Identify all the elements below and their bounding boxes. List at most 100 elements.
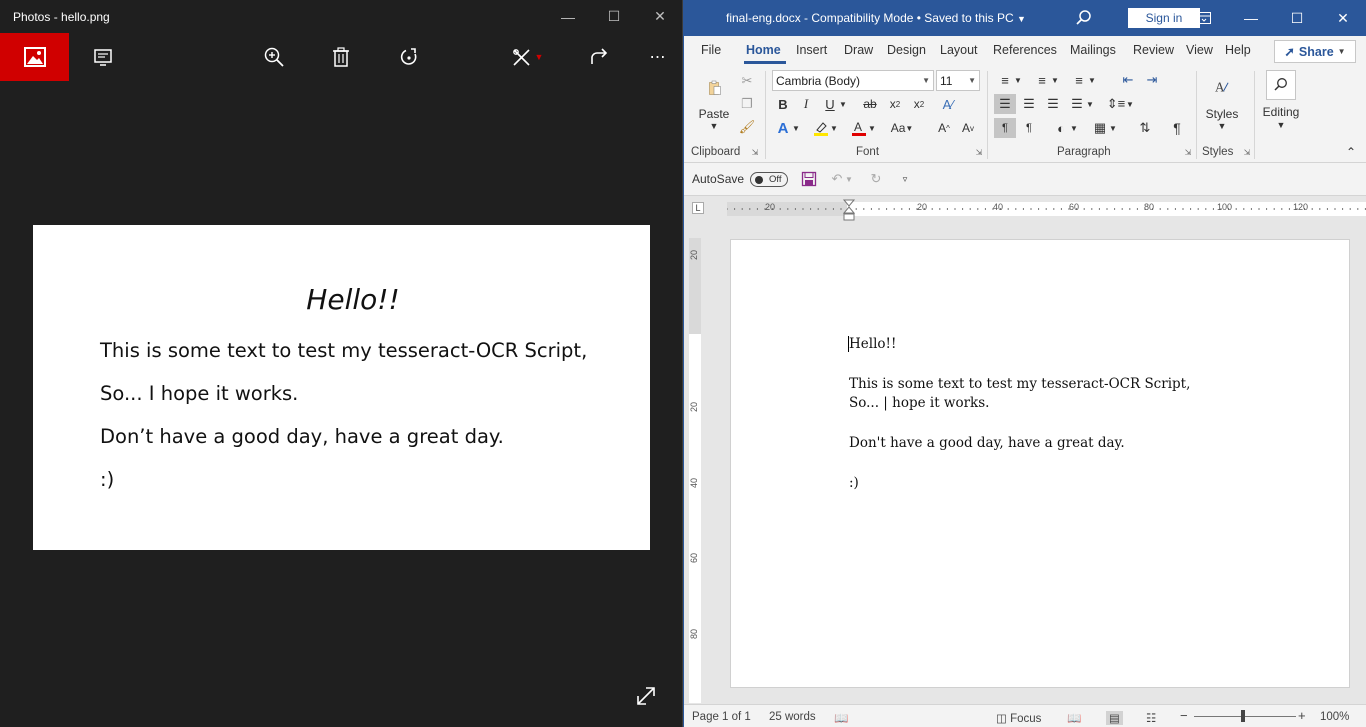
rotate-button[interactable] bbox=[389, 33, 429, 81]
focus-button[interactable]: ◫ Focus bbox=[996, 711, 1041, 725]
document-line-3[interactable]: So... | hope it works. bbox=[849, 395, 989, 411]
format-painter-button[interactable]: 🖌 bbox=[736, 117, 758, 137]
tab-help[interactable]: Help bbox=[1225, 43, 1251, 57]
shrink-font-button[interactable]: Av bbox=[957, 118, 979, 138]
ribbon-display-button[interactable] bbox=[1181, 0, 1227, 36]
dialog-launcher-icon[interactable]: ⇲ bbox=[750, 147, 760, 157]
paste-button[interactable] bbox=[700, 71, 730, 105]
bold-button[interactable]: B bbox=[772, 94, 794, 114]
indent-marker[interactable] bbox=[843, 199, 855, 221]
maximize-button[interactable]: ☐ bbox=[591, 0, 637, 33]
cut-button[interactable]: ✂ bbox=[736, 71, 758, 91]
chevron-down-icon[interactable]: ▼ bbox=[1017, 14, 1026, 24]
chevron-down-icon[interactable]: ▼ bbox=[866, 118, 878, 138]
chevron-down-icon[interactable]: ▼ bbox=[1069, 118, 1079, 138]
ltr-direction-button[interactable]: ¶ bbox=[994, 118, 1016, 138]
grow-font-button[interactable]: A ^ bbox=[933, 118, 955, 138]
zoom-slider-thumb[interactable] bbox=[1241, 710, 1245, 722]
tab-mailings[interactable]: Mailings bbox=[1070, 43, 1116, 57]
font-size-dropdown[interactable]: 11 ▼ bbox=[936, 70, 980, 91]
document-line-1[interactable]: Hello!! bbox=[849, 336, 896, 352]
tab-file[interactable]: File bbox=[701, 43, 721, 57]
sort-button[interactable]: ⇅ bbox=[1134, 118, 1156, 138]
chevron-down-icon[interactable]: ▼ bbox=[844, 169, 854, 189]
share-button[interactable]: ➚ Share ▼ bbox=[1274, 40, 1356, 63]
share-button[interactable] bbox=[579, 33, 619, 81]
increase-indent-button[interactable]: ⇥ bbox=[1141, 70, 1163, 90]
print-layout-button[interactable]: ▤ bbox=[1106, 711, 1123, 725]
read-mode-button[interactable]: 📖 bbox=[1067, 711, 1081, 725]
minimize-button[interactable]: — bbox=[1228, 0, 1274, 36]
zoom-in-button[interactable]: + bbox=[1298, 708, 1306, 723]
photos-home-button[interactable] bbox=[0, 33, 69, 81]
more-options-button[interactable]: ⋯ bbox=[638, 33, 678, 81]
dialog-launcher-icon[interactable]: ⇲ bbox=[974, 147, 984, 157]
styles-button[interactable]: A bbox=[1205, 70, 1239, 104]
chevron-down-icon[interactable]: ▼ bbox=[790, 118, 802, 138]
show-formatting-button[interactable]: ¶ bbox=[1166, 118, 1188, 138]
align-center-button[interactable]: ☰ bbox=[1018, 94, 1040, 114]
dialog-launcher-icon[interactable]: ⇲ bbox=[1183, 147, 1193, 157]
copy-button[interactable]: ❐ bbox=[736, 94, 758, 114]
strikethrough-button[interactable]: ab bbox=[859, 94, 881, 114]
document-line-4[interactable]: Don't have a good day, have a great day. bbox=[849, 435, 1125, 451]
search-button[interactable] bbox=[1074, 8, 1094, 28]
autosave-toggle[interactable]: Off bbox=[750, 172, 788, 187]
redo-button[interactable]: ↻ bbox=[865, 169, 887, 189]
tab-insert[interactable]: Insert bbox=[796, 43, 827, 57]
edit-create-button[interactable]: ▼ bbox=[503, 33, 551, 81]
zoom-slider[interactable] bbox=[1194, 716, 1296, 717]
document-line-5[interactable]: :) bbox=[849, 475, 859, 491]
collapse-ribbon-button[interactable]: ⌃ bbox=[1343, 145, 1359, 159]
clear-formatting-button[interactable]: A∕ bbox=[937, 94, 959, 114]
tab-design[interactable]: Design bbox=[887, 43, 926, 57]
subscript-button[interactable]: x2 bbox=[884, 94, 906, 114]
zoom-out-button[interactable]: − bbox=[1180, 708, 1188, 723]
chevron-down-icon[interactable]: ▼ bbox=[837, 94, 849, 114]
chevron-down-icon[interactable]: ▼ bbox=[1085, 94, 1095, 114]
minimize-button[interactable]: — bbox=[545, 0, 591, 33]
decrease-indent-button[interactable]: ⇤ bbox=[1117, 70, 1139, 90]
align-left-button[interactable]: ☰ bbox=[994, 94, 1016, 114]
rtl-direction-button[interactable]: ¶ bbox=[1018, 118, 1040, 138]
chevron-down-icon[interactable]: ▼ bbox=[1200, 121, 1244, 131]
chevron-down-icon[interactable]: ▼ bbox=[1125, 94, 1135, 114]
slideshow-button[interactable] bbox=[83, 33, 123, 81]
tab-layout[interactable]: Layout bbox=[940, 43, 978, 57]
line-spacing-button[interactable]: ⇕≡ bbox=[1105, 94, 1127, 114]
tab-references[interactable]: References bbox=[993, 43, 1057, 57]
proofing-icon[interactable]: 📖 bbox=[834, 711, 848, 725]
chevron-down-icon[interactable]: ▼ bbox=[1050, 70, 1060, 90]
chevron-down-icon[interactable]: ▼ bbox=[696, 121, 732, 131]
tab-home[interactable]: Home bbox=[746, 43, 781, 57]
tab-view[interactable]: View bbox=[1186, 43, 1213, 57]
superscript-button[interactable]: x2 bbox=[908, 94, 930, 114]
fullscreen-button[interactable] bbox=[632, 682, 660, 710]
font-name-dropdown[interactable]: Cambria (Body) ▼ bbox=[772, 70, 934, 91]
tab-selector[interactable]: L bbox=[692, 202, 704, 214]
zoom-level[interactable]: 100% bbox=[1320, 711, 1349, 723]
close-button[interactable]: ✕ bbox=[1320, 0, 1366, 36]
web-layout-button[interactable]: ☷ bbox=[1146, 711, 1156, 725]
italic-button[interactable]: I bbox=[795, 94, 817, 114]
maximize-button[interactable]: ☐ bbox=[1274, 0, 1320, 36]
tab-draw[interactable]: Draw bbox=[844, 43, 873, 57]
customize-qat-button[interactable]: ▿ bbox=[894, 169, 916, 189]
dialog-launcher-icon[interactable]: ⇲ bbox=[1242, 147, 1252, 157]
word-count[interactable]: 25 words bbox=[769, 711, 816, 723]
chevron-down-icon[interactable]: ▼ bbox=[1087, 70, 1097, 90]
page-count[interactable]: Page 1 of 1 bbox=[692, 711, 751, 723]
chevron-down-icon[interactable]: ▼ bbox=[828, 118, 840, 138]
chevron-down-icon[interactable]: ▼ bbox=[1258, 120, 1304, 130]
chevron-down-icon[interactable]: ▼ bbox=[1108, 118, 1118, 138]
document-line-2[interactable]: This is some text to test my tesseract-O… bbox=[849, 376, 1190, 392]
align-right-button[interactable]: ☰ bbox=[1042, 94, 1064, 114]
tab-review[interactable]: Review bbox=[1133, 43, 1174, 57]
chevron-down-icon[interactable]: ▼ bbox=[1013, 70, 1023, 90]
editing-button[interactable] bbox=[1266, 70, 1296, 100]
delete-button[interactable] bbox=[321, 33, 361, 81]
document-page[interactable]: Hello!! This is some text to test my tes… bbox=[730, 239, 1350, 688]
close-button[interactable]: ✕ bbox=[637, 0, 683, 33]
zoom-button[interactable] bbox=[254, 33, 294, 81]
save-button[interactable] bbox=[798, 169, 820, 189]
